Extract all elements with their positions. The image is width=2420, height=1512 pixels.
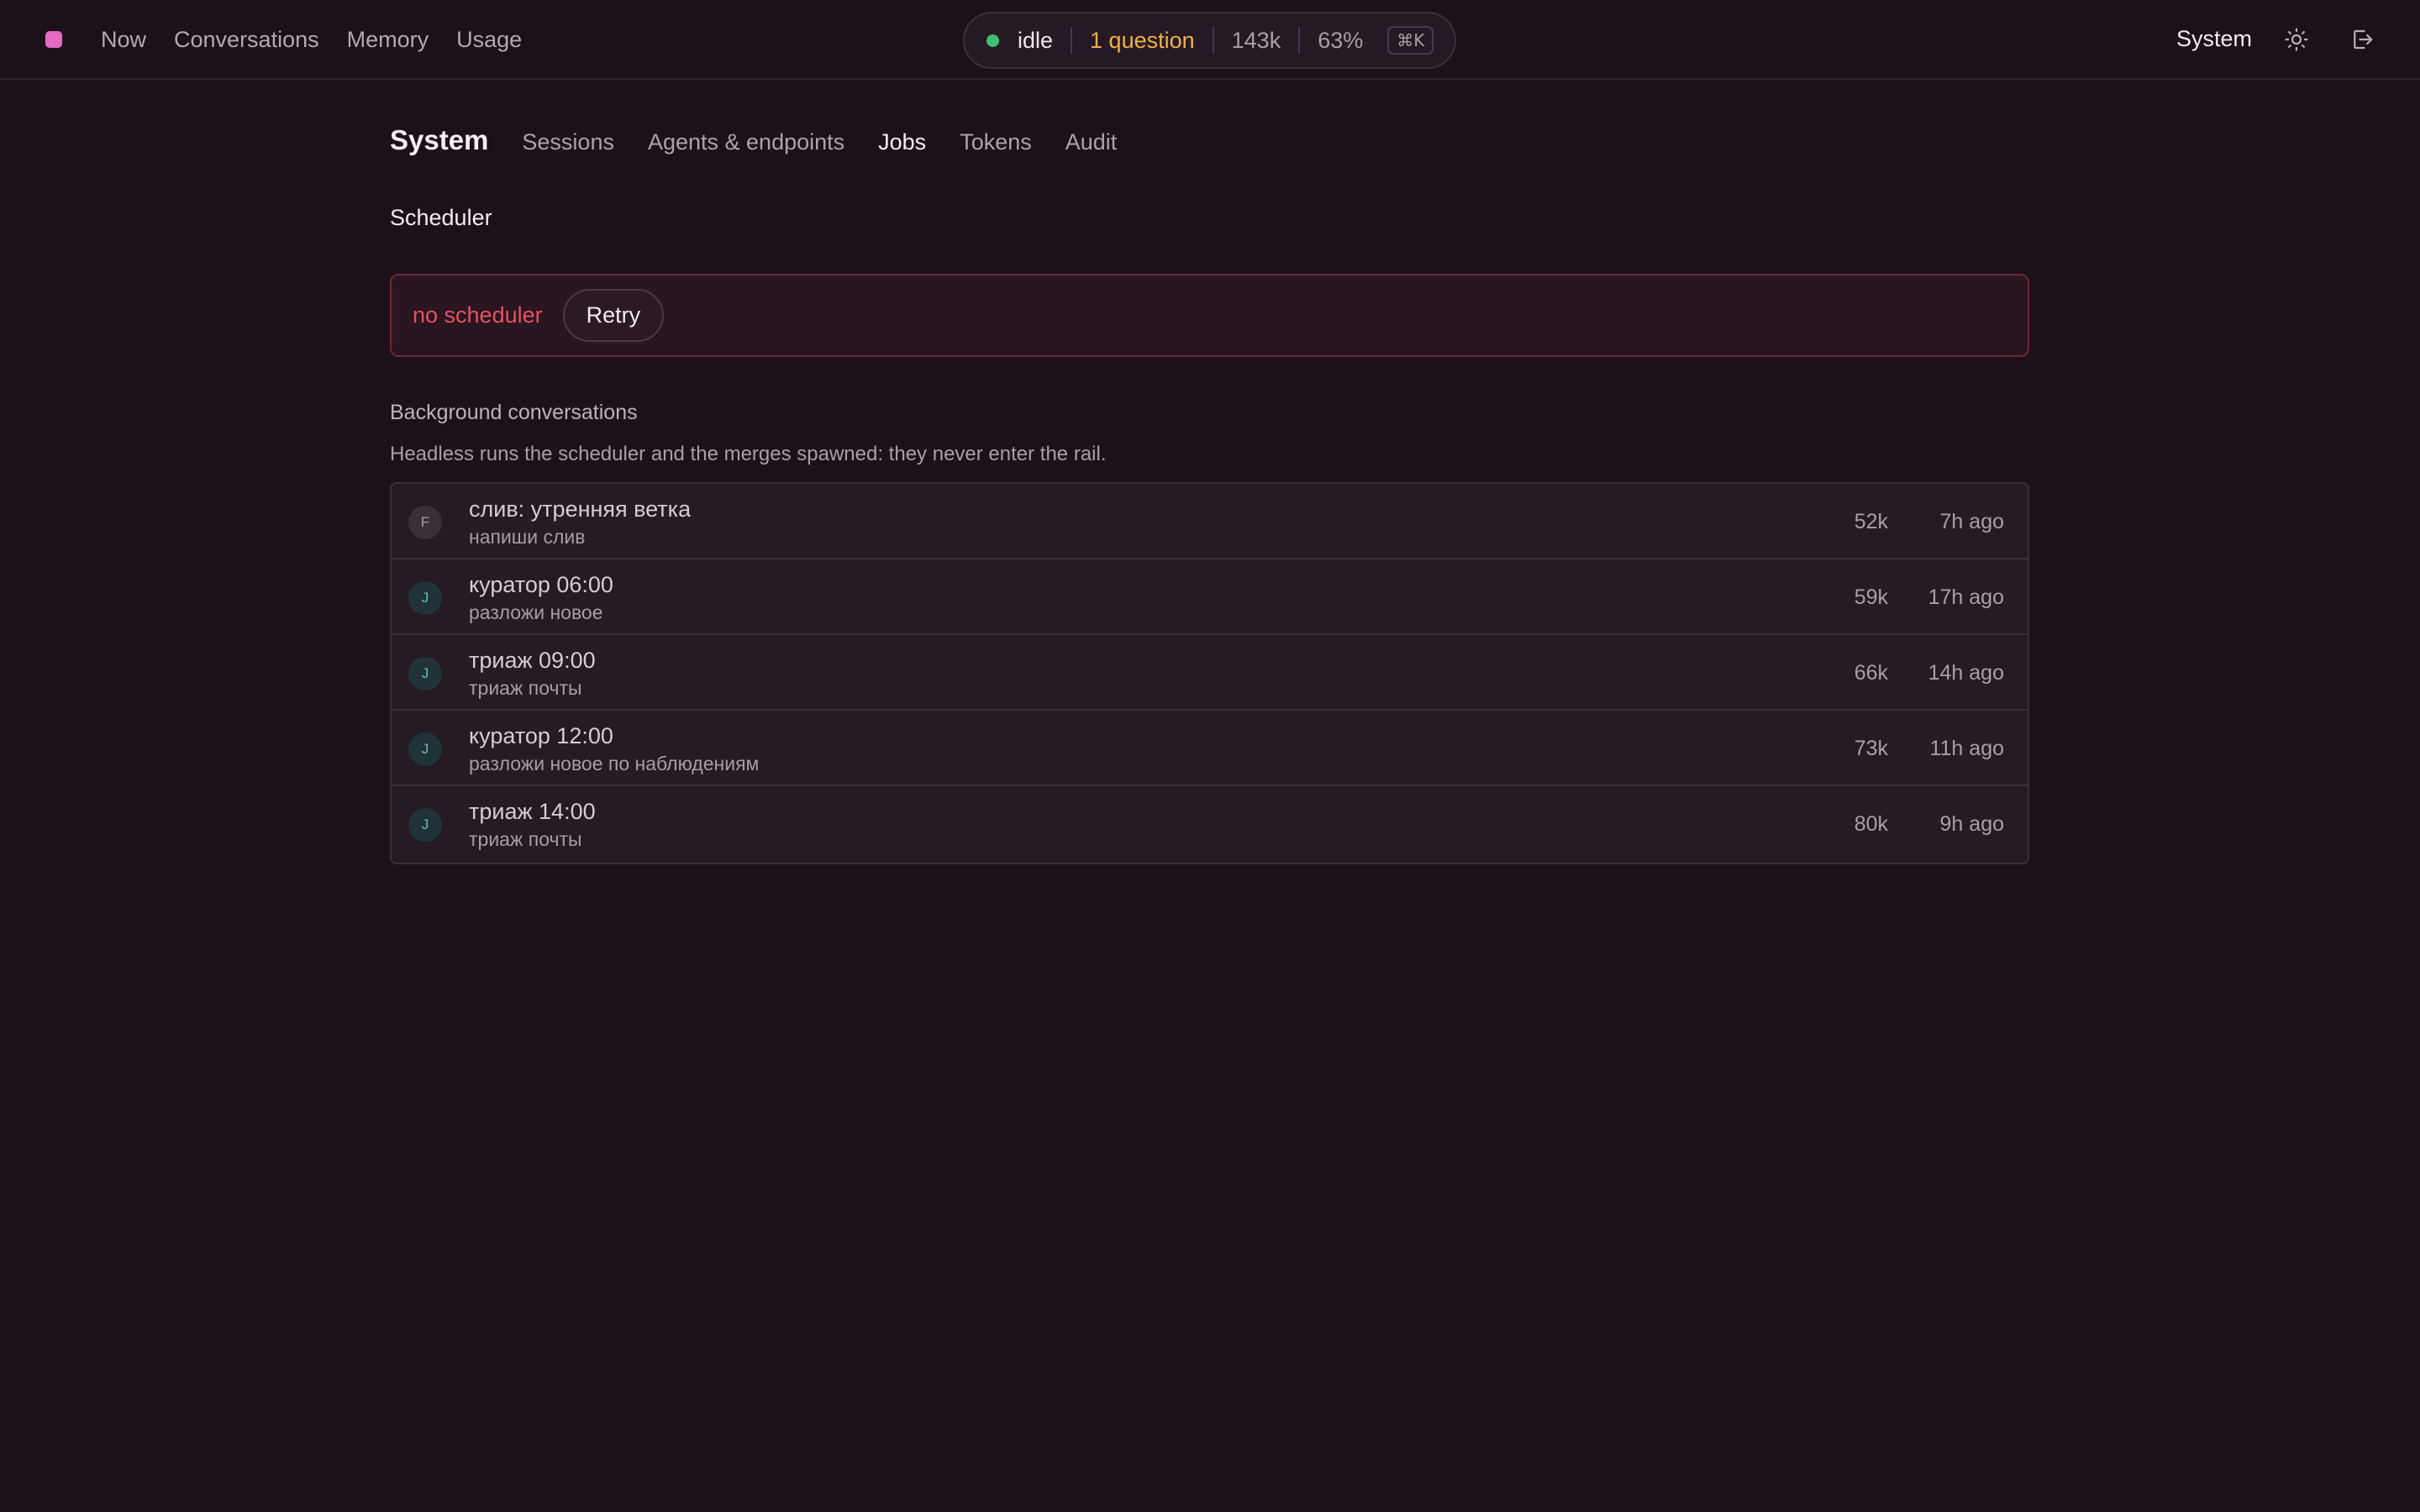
- tab-jobs[interactable]: Jobs: [878, 129, 926, 155]
- conversation-subtitle: триаж почты: [469, 828, 582, 850]
- conversation-tokens: 59k: [1854, 585, 1888, 609]
- nav-item-now[interactable]: Now: [101, 27, 146, 53]
- conversation-title: триаж 14:00: [469, 799, 596, 824]
- conversation-time: 14h ago: [1928, 661, 2004, 685]
- avatar: J: [408, 732, 442, 766]
- conversation-row[interactable]: J куратор 12:00 разложи новое по наблюде…: [392, 711, 2028, 786]
- top-bar: Now Conversations Memory Usage idle 1 qu…: [0, 0, 2420, 80]
- conversation-title: куратор 06:00: [469, 572, 613, 597]
- conversation-subtitle: напиши слив: [469, 526, 586, 548]
- conversation-time: 9h ago: [1939, 812, 2004, 836]
- retry-button[interactable]: Retry: [562, 289, 665, 342]
- divider: [1298, 27, 1301, 54]
- app-logo[interactable]: [45, 31, 62, 48]
- conversation-tokens: 73k: [1854, 737, 1888, 760]
- nav-item-conversations[interactable]: Conversations: [174, 27, 319, 53]
- context-percent: 63%: [1318, 27, 1364, 53]
- nav-item-memory[interactable]: Memory: [347, 27, 429, 53]
- conversation-subtitle: разложи новое: [469, 601, 603, 623]
- conversation-time: 17h ago: [1928, 585, 2004, 609]
- conversation-title: куратор 12:00: [469, 723, 613, 748]
- system-link[interactable]: System: [2176, 26, 2252, 52]
- conversation-tokens: 80k: [1854, 812, 1888, 836]
- status-indicator-dot: [986, 34, 999, 47]
- scheduler-error-message: no scheduler: [413, 302, 543, 328]
- avatar: J: [408, 808, 442, 842]
- conversation-row[interactable]: J триаж 14:00 триаж почты 80k 9h ago: [392, 786, 2028, 863]
- scheduler-heading: Scheduler: [390, 205, 492, 230]
- pending-questions[interactable]: 1 question: [1090, 28, 1195, 54]
- logout-icon: [2354, 29, 2373, 50]
- conversation-title: слив: утренняя ветка: [469, 496, 692, 522]
- conversation-subtitle: триаж почты: [469, 677, 582, 699]
- theme-toggle-button[interactable]: [2280, 23, 2313, 56]
- divider: [1212, 27, 1214, 54]
- token-count: 143k: [1231, 27, 1281, 53]
- main-nav: Now Conversations Memory Usage: [101, 0, 522, 80]
- nav-item-usage[interactable]: Usage: [456, 27, 522, 53]
- conversation-time: 7h ago: [1939, 510, 2004, 533]
- conversation-row[interactable]: J куратор 06:00 разложи новое 59k 17h ag…: [392, 559, 2028, 635]
- tab-tokens[interactable]: Tokens: [960, 129, 1032, 155]
- background-conversations-description: Headless runs the scheduler and the merg…: [390, 443, 1107, 465]
- tab-agents-endpoints[interactable]: Agents & endpoints: [648, 129, 844, 155]
- tab-sessions[interactable]: Sessions: [522, 129, 614, 155]
- page-title: System: [390, 124, 489, 155]
- conversation-tokens: 52k: [1854, 510, 1888, 533]
- avatar: J: [408, 657, 442, 690]
- divider: [1071, 27, 1073, 54]
- background-conversations-list: F слив: утренняя ветка напиши слив 52k 7…: [390, 482, 2029, 864]
- system-subnav: System Sessions Agents & endpoints Jobs …: [390, 124, 1117, 161]
- tab-audit[interactable]: Audit: [1065, 129, 1118, 155]
- conversation-row[interactable]: J триаж 09:00 триаж почты 66k 14h ago: [392, 635, 2028, 711]
- conversation-subtitle: разложи новое по наблюдениям: [469, 753, 760, 774]
- sun-icon: [2285, 28, 2308, 51]
- logout-button[interactable]: [2345, 23, 2379, 56]
- status-state: idle: [1018, 27, 1054, 53]
- background-conversations-heading: Background conversations: [390, 401, 638, 424]
- conversation-title: триаж 09:00: [469, 648, 596, 673]
- status-pill[interactable]: idle 1 question 143k 63% ⌘K: [963, 12, 1456, 69]
- command-shortcut-badge[interactable]: ⌘K: [1387, 26, 1434, 55]
- conversation-row[interactable]: F слив: утренняя ветка напиши слив 52k 7…: [392, 484, 2028, 559]
- scheduler-error-banner: no scheduler Retry: [390, 274, 2029, 357]
- conversation-time: 11h ago: [1929, 737, 2004, 760]
- conversation-tokens: 66k: [1854, 661, 1888, 685]
- avatar: F: [408, 506, 442, 539]
- avatar: J: [408, 581, 442, 615]
